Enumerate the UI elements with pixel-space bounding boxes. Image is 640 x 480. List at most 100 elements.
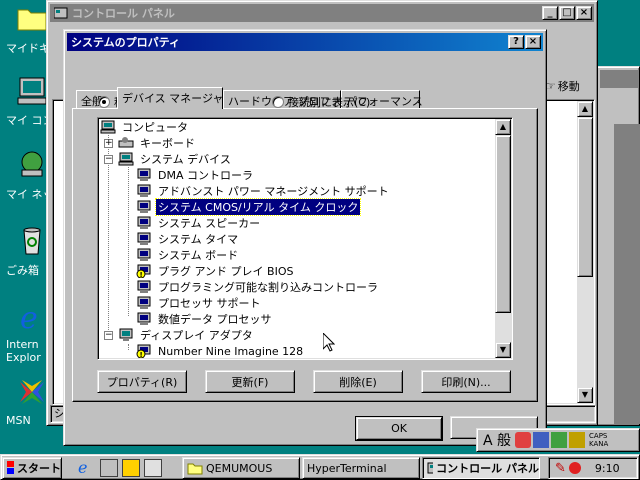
tree-item-label: アドバンスト パワー マネージメント サポート — [158, 185, 389, 198]
svg-text:e: e — [20, 301, 38, 332]
pen-tray-icon[interactable]: ✎ — [555, 461, 566, 476]
computer-icon — [17, 77, 47, 105]
ime-mode[interactable]: A 般 — [481, 430, 513, 450]
task-label: コントロール パネル — [436, 462, 539, 475]
tree-item-pic[interactable]: プログラミング可能な割り込みコントローラ — [136, 279, 380, 295]
tree-item-label: プラグ アンド プレイ BIOS — [158, 265, 294, 278]
print-button[interactable]: 印刷(N)... — [421, 370, 511, 393]
tree-item-label: システム CMOS/リアル タイム クロック — [154, 198, 362, 216]
radio-by-connection-label: 接続別に表示(C) — [288, 96, 371, 109]
task-qemumous[interactable]: QEMUMOUS — [182, 457, 300, 479]
msn-icon — [20, 380, 44, 404]
ok-button[interactable]: OK — [355, 416, 443, 441]
system-properties-dialog: システムのプロパティ ? × 全般 デバイス マネージャ ハードウェア プロファ… — [63, 29, 547, 446]
dialog-titlebar[interactable]: システムのプロパティ ? × — [67, 33, 543, 51]
mouse-cursor-icon — [323, 333, 335, 352]
ime-icon[interactable] — [515, 432, 532, 448]
device-tree[interactable]: コンピュータ + キーボード − システム デバイス DMA コントローラ アド… — [97, 117, 513, 360]
network-icon — [21, 151, 43, 177]
tree-item-processor-support[interactable]: プロセッサ サポート — [136, 295, 263, 311]
scroll-thumb[interactable] — [577, 117, 593, 277]
scroll-up-button[interactable]: ▲ — [577, 101, 593, 117]
system-device-icon — [118, 152, 134, 166]
tree-item-label: システム ボード — [158, 249, 239, 262]
tree-item-label: キーボード — [140, 137, 195, 150]
tree-scroll-thumb[interactable] — [495, 135, 511, 313]
start-label: スタート — [17, 462, 61, 475]
device-icon — [137, 280, 151, 293]
task-label: QEMUMOUS — [206, 461, 273, 475]
tree-item-system-speaker[interactable]: システム スピーカー — [136, 215, 262, 231]
tree-item-apm-support[interactable]: アドバンスト パワー マネージメント サポート — [136, 183, 391, 199]
tree-connector — [128, 167, 129, 316]
caps-label: CAPS — [589, 432, 608, 440]
device-icon — [137, 232, 151, 245]
tree-item-label: システム タイマ — [158, 233, 239, 246]
tree-scrollbar[interactable]: ▲ ▼ — [495, 119, 511, 358]
dialog-title: システムのプロパティ — [71, 36, 181, 49]
device-icon — [137, 312, 151, 325]
ime-toolbar: A 般 CAPS KANA — [476, 428, 640, 452]
help-button[interactable]: ? — [508, 35, 524, 49]
vertical-scrollbar[interactable]: ▲ ▼ — [577, 101, 593, 403]
tree-item-dma-controller[interactable]: DMA コントローラ — [136, 167, 255, 183]
ime-tool-icon[interactable] — [569, 432, 586, 448]
tree-item-number-nine[interactable]: ! Number Nine Imagine 128 — [136, 343, 305, 359]
kana-label: KANA — [589, 440, 609, 448]
svg-text:!: ! — [140, 271, 143, 278]
caps-kana-indicator: CAPS KANA — [589, 432, 608, 448]
device-icon — [137, 248, 151, 261]
background-window-titlebar — [600, 70, 639, 88]
channels-quicklaunch-icon[interactable] — [122, 459, 140, 477]
tree-item-system-devices[interactable]: システム デバイス — [118, 151, 233, 167]
control-panel-toolbar: ☞ 移動 — [545, 75, 597, 97]
task-control-panel[interactable]: コントロール パネル — [422, 457, 540, 479]
ie-icon: e — [20, 301, 38, 336]
tab-device-manager[interactable]: デバイス マネージャ — [117, 87, 223, 109]
remove-button[interactable]: 削除(E) — [313, 370, 403, 393]
tree-scroll-up-button[interactable]: ▲ — [495, 119, 511, 135]
tree-item-label: DMA コントローラ — [158, 169, 253, 182]
system-tray: ✎ 9:10 — [548, 457, 638, 479]
computer-icon — [100, 120, 116, 134]
dialog-close-button[interactable]: × — [525, 35, 541, 49]
desktop-quicklaunch-icon[interactable] — [144, 459, 162, 477]
ime-pad-icon[interactable] — [551, 432, 568, 448]
tree-item-system-board[interactable]: システム ボード — [136, 247, 240, 263]
tree-scroll-down-button[interactable]: ▼ — [495, 342, 511, 358]
tree-item-label: Number Nine Imagine 128 — [158, 344, 304, 358]
maximize-button[interactable]: □ — [559, 6, 575, 20]
toolbar-move-label[interactable]: 移動 — [558, 78, 580, 94]
task-hyperterminal[interactable]: HyperTerminal — [302, 457, 420, 479]
outlook-quicklaunch-icon[interactable] — [100, 459, 118, 477]
tree-item-numeric-processor[interactable]: 数値データ プロセッサ — [136, 311, 274, 327]
ime-dictionary-icon[interactable] — [533, 432, 550, 448]
device-icon — [137, 200, 151, 213]
device-icon — [137, 296, 151, 309]
device-warning-icon: ! — [136, 264, 151, 278]
minimize-button[interactable]: _ — [542, 6, 558, 20]
tree-item-system-timer[interactable]: システム タイマ — [136, 231, 240, 247]
tree-item-cmos-clock[interactable]: システム CMOS/リアル タイム クロック — [136, 198, 362, 216]
start-button[interactable]: スタート — [2, 457, 62, 479]
ie-quicklaunch-icon[interactable]: e — [78, 459, 96, 477]
tree-item-keyboard[interactable]: キーボード — [118, 135, 197, 151]
control-panel-icon — [427, 462, 434, 474]
ime-tray-icon[interactable] — [568, 462, 581, 474]
tree-item-computer[interactable]: コンピュータ — [100, 119, 190, 135]
expand-keyboard[interactable]: + — [104, 139, 113, 148]
close-button[interactable]: × — [576, 6, 592, 20]
clock[interactable]: 9:10 — [595, 462, 620, 475]
collapse-system-devices[interactable]: − — [104, 155, 113, 164]
control-panel-icon — [54, 7, 68, 19]
control-panel-titlebar[interactable]: コントロール パネル _ □ × — [50, 4, 594, 22]
tree-item-pnp-bios[interactable]: ! プラグ アンド プレイ BIOS — [136, 263, 295, 279]
tree-item-label: プログラミング可能な割り込みコントローラ — [158, 281, 378, 294]
tree-item-display-adapters[interactable]: ディスプレイ アダプタ — [118, 327, 255, 343]
scroll-down-button[interactable]: ▼ — [577, 387, 593, 403]
collapse-display-adapters[interactable]: − — [104, 331, 113, 340]
refresh-button[interactable]: 更新(F) — [205, 370, 295, 393]
radio-checked-icon — [98, 96, 110, 108]
radio-by-connection-option[interactable]: 接続別に表示(C) — [272, 94, 370, 110]
properties-button[interactable]: プロパティ(R) — [97, 370, 187, 393]
